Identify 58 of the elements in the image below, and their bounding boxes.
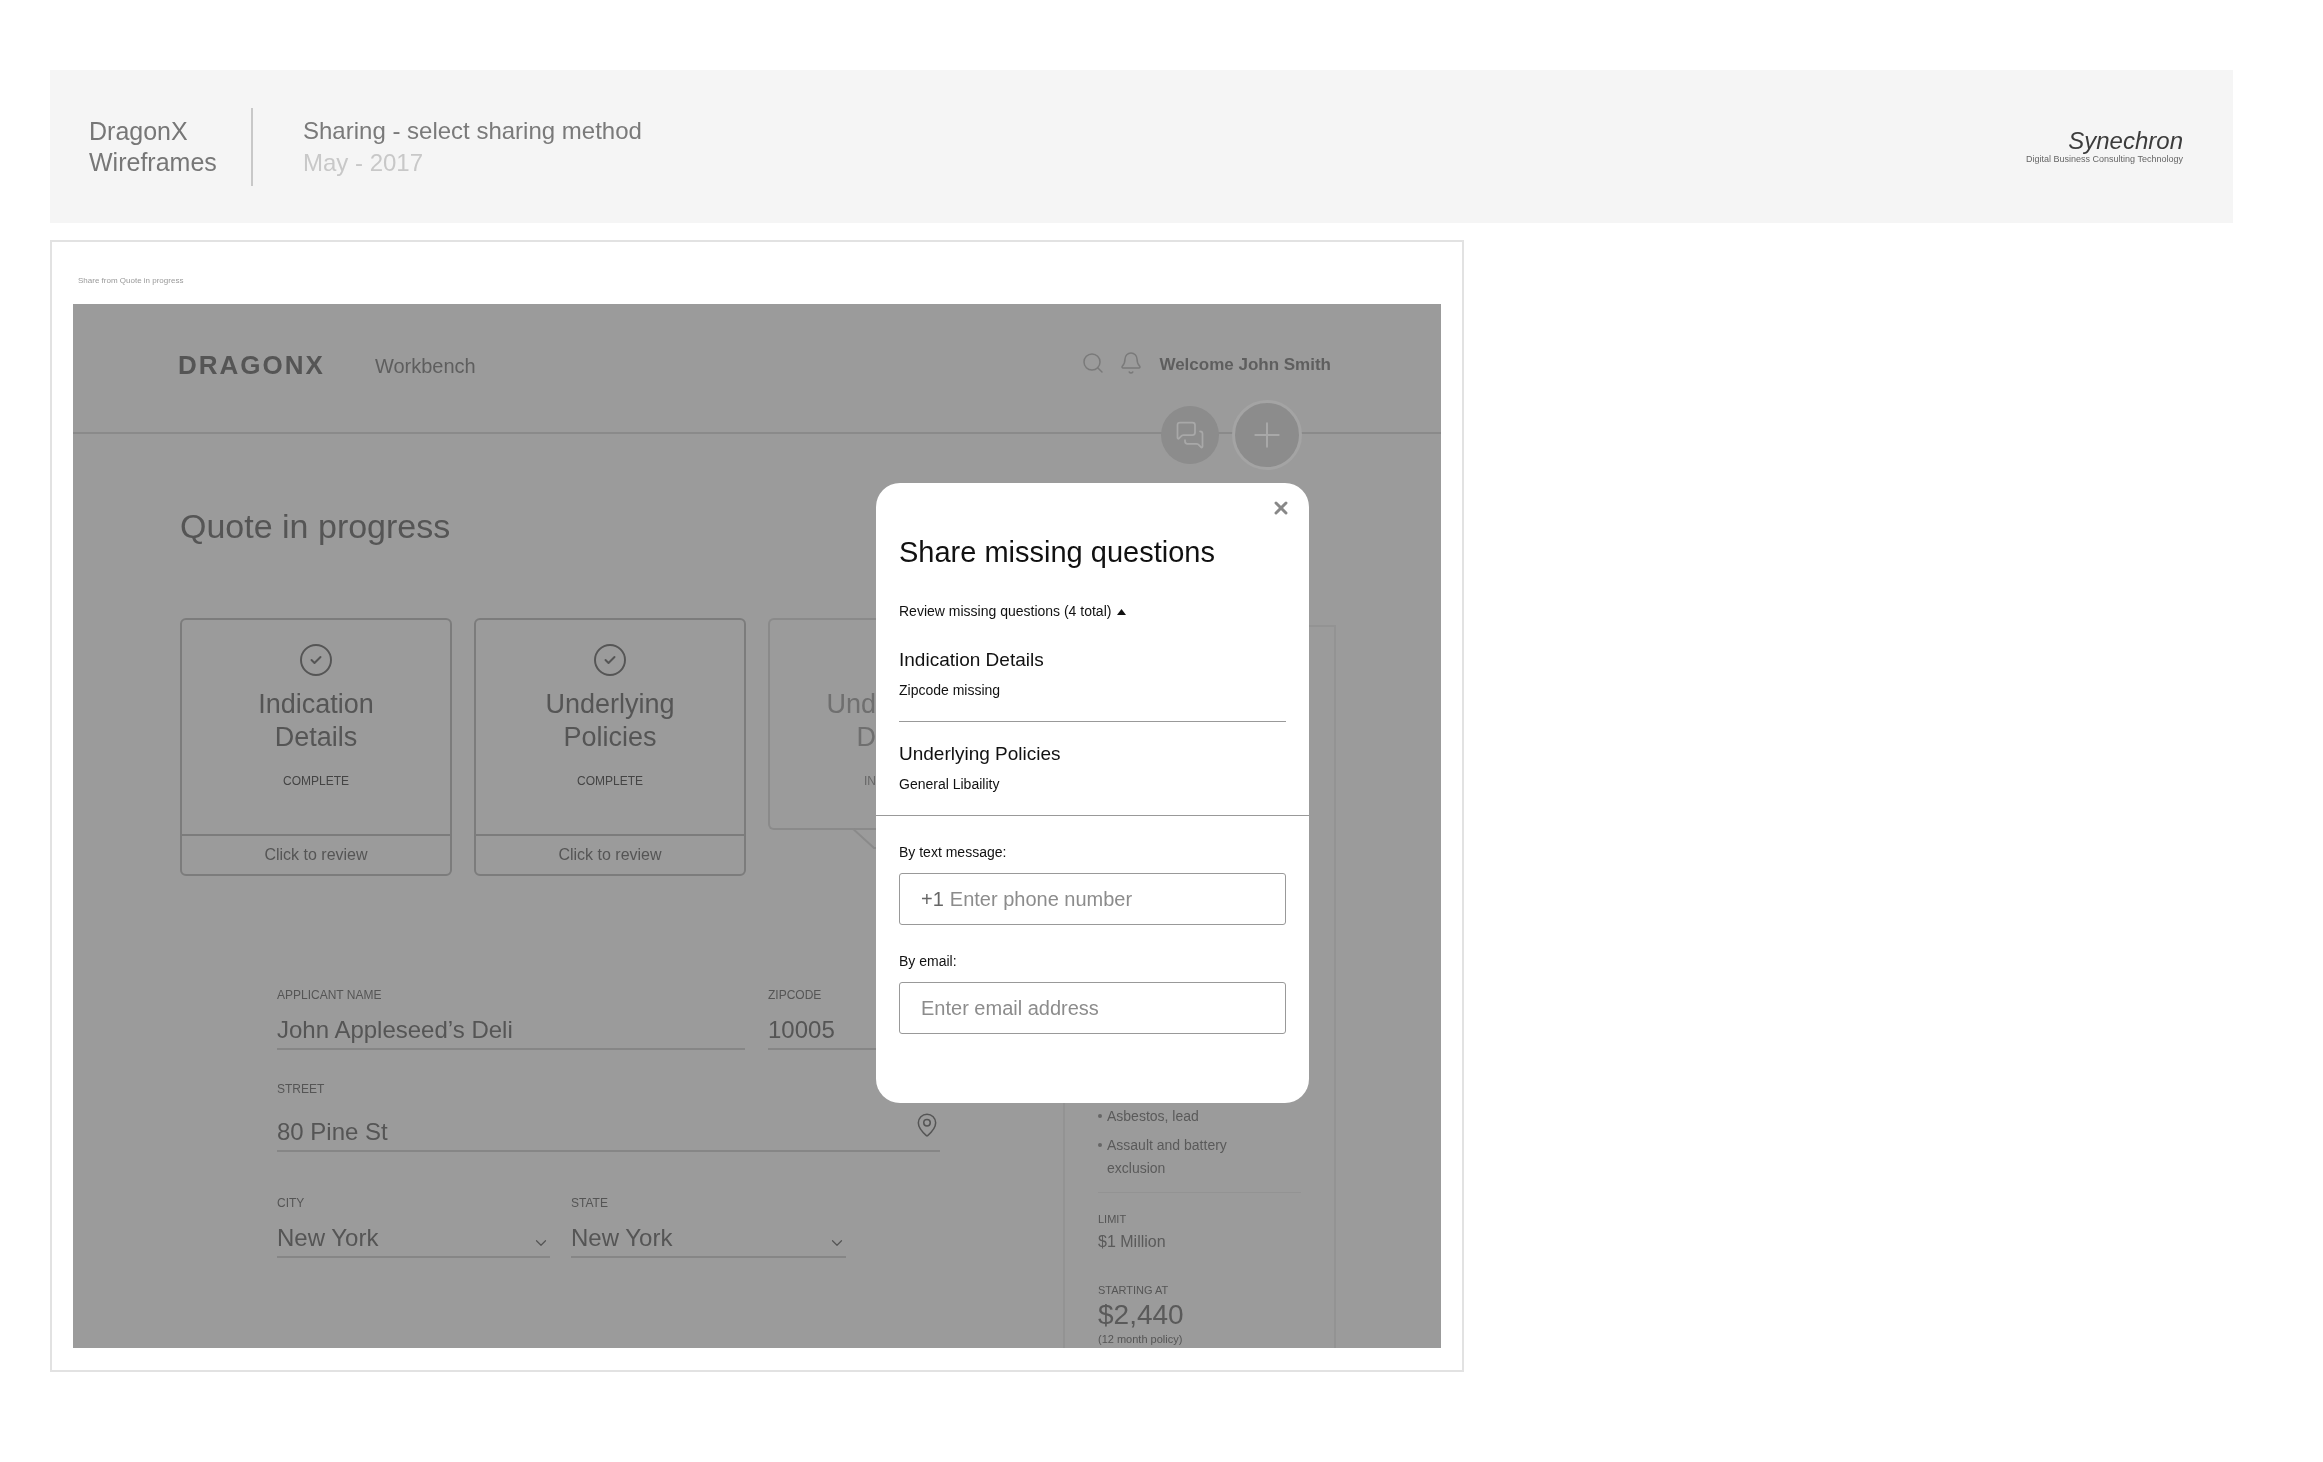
- search-icon[interactable]: [1081, 351, 1106, 375]
- question-section: Indication Details: [899, 648, 1286, 672]
- price-label: STARTING AT: [1098, 1282, 1170, 1298]
- caret-up-icon: [1117, 608, 1127, 615]
- select-field[interactable]: CITY New York: [277, 1194, 550, 1258]
- phone-field[interactable]: +1 Enter phone number: [899, 873, 1286, 925]
- field-label: CITY: [277, 1195, 306, 1212]
- progress-card[interactable]: Underlying Policies COMPLETE Click to review: [474, 618, 746, 876]
- section-title: Quote in progress: [180, 506, 452, 546]
- exclusion-text: Assault and battery exclusion: [1107, 1136, 1228, 1178]
- artboard-caption: Share from Quote in progress: [78, 275, 185, 287]
- field-value: John Appleseed’s Deli: [277, 1016, 513, 1044]
- price-note: (12 month policy): [1098, 1332, 1184, 1346]
- product-name: DragonX Wireframes: [89, 115, 218, 178]
- check-circle-icon: [298, 642, 334, 678]
- brand-logo: DRAGONX: [178, 349, 325, 382]
- bullet-icon: [1098, 1143, 1102, 1147]
- phone-input[interactable]: Enter phone number: [949, 884, 1264, 914]
- field-label: ZIPCODE: [768, 987, 823, 1004]
- method-label: By email:: [899, 952, 958, 971]
- field-label: STREET: [277, 1081, 326, 1098]
- question-detail: General Libaility: [899, 775, 1001, 794]
- card-title: Underlying Policies: [544, 688, 676, 754]
- limit-value: $1 Million: [1098, 1231, 1167, 1252]
- question-section: Underlying Policies: [899, 742, 1286, 766]
- bell-icon[interactable]: [1119, 351, 1144, 375]
- chat-icon: [1175, 420, 1205, 450]
- country-code-prefix: +1: [921, 887, 944, 912]
- question-detail: Zipcode missing: [899, 681, 1002, 700]
- card-title: Indication Details: [257, 688, 375, 754]
- nav-link[interactable]: Workbench: [374, 351, 476, 381]
- progress-card[interactable]: Indication Details COMPLETE Click to review: [180, 618, 452, 876]
- review-link[interactable]: Click to review: [476, 834, 744, 874]
- welcome-text: Welcome John Smith: [1159, 354, 1331, 376]
- logo-tagline: Digital Business Consulting Technology: [2026, 154, 2183, 165]
- exclusion-text: Asbestos, lead: [1107, 1107, 1200, 1126]
- check-circle-icon: [592, 642, 628, 678]
- review-link[interactable]: Click to review: [182, 834, 450, 874]
- price-value: $2,440: [1098, 1298, 1185, 1332]
- field-value: New York: [571, 1224, 673, 1252]
- email-field[interactable]: Enter email address: [899, 982, 1286, 1034]
- logo-text: Synechron: [2068, 128, 2183, 154]
- field-value: 80 Pine St: [277, 1118, 388, 1146]
- field-value: New York: [277, 1224, 379, 1252]
- bullet-icon: [1098, 1114, 1102, 1118]
- field-label: STATE: [571, 1195, 609, 1212]
- field-value: 10005: [768, 1016, 835, 1044]
- limit-label: LIMIT: [1098, 1212, 1128, 1227]
- card-status: COMPLETE: [283, 773, 349, 790]
- bubble-tail-icon: [852, 828, 876, 850]
- page-title: Sharing - select sharing method: [303, 115, 642, 146]
- input-field[interactable]: APPLICANT NAME John Appleseed’s Deli: [277, 986, 745, 1050]
- review-toggle[interactable]: Review missing questions (4 total): [899, 601, 1286, 622]
- select-field[interactable]: STATE New York: [571, 1194, 846, 1258]
- card-status: COMPLETE: [577, 773, 643, 790]
- modal-title: Share missing questions: [899, 535, 1216, 569]
- field-label: APPLICANT NAME: [277, 987, 383, 1004]
- method-label: By text message:: [899, 843, 1008, 862]
